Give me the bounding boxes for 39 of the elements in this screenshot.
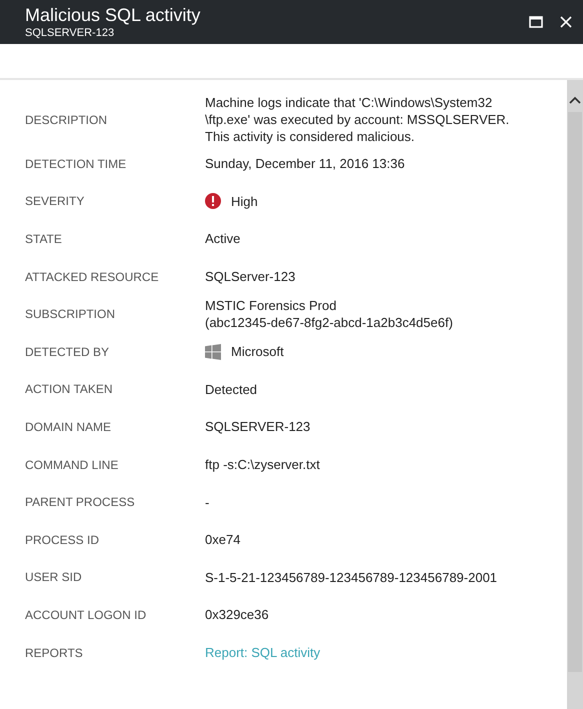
scroll-up-icon[interactable]	[569, 96, 581, 104]
scrollbar[interactable]	[567, 80, 583, 709]
field-label: ACCOUNT LOGON ID	[24, 608, 148, 622]
field-value: Microsoft	[231, 343, 284, 360]
field-value: Active	[205, 230, 240, 248]
field-value: High	[231, 192, 258, 210]
field-value: MSTIC Forensics Prod (abc12345-de67-8fg2-abcd-1a2b3c4d5e6f)	[205, 297, 453, 332]
field-value: S-1-5-21-123456789-123456789-123456789-2001	[205, 568, 498, 586]
window-subtitle: SQLSERVER-123	[25, 26, 116, 40]
field-label: ACTION TAKEN	[24, 382, 114, 396]
field-label: REPORTS	[24, 646, 84, 660]
field-label: PROCESS ID	[24, 532, 100, 547]
window-title: Malicious SQL activity	[25, 4, 202, 26]
close-icon[interactable]	[559, 15, 573, 29]
field-label: SUBSCRIPTION	[24, 307, 116, 322]
field-value: Machine logs indicate that 'C:\Windows\System32 \ftp.exe' was executed by account: MSSQLSERVER. This activity is considered malicious.	[205, 94, 510, 145]
field-label: COMMAND LINE	[24, 458, 120, 472]
field-label: DETECTION TIME	[24, 156, 128, 171]
field-value: SQLServer-123	[205, 268, 296, 286]
field-label: DETECTED BY	[24, 344, 110, 359]
field-label: PARENT PROCESS	[24, 495, 136, 510]
field-value: SQLSERVER-123	[205, 418, 310, 436]
scroll-thumb[interactable]	[568, 112, 582, 672]
field-value: ftp -s:C:\zyserver.txt	[205, 456, 320, 474]
field-label: DESCRIPTION	[24, 112, 108, 126]
field-label: SEVERITY	[24, 194, 86, 208]
field-value: 0x329ce36	[205, 606, 269, 624]
field-label: DOMAIN NAME	[24, 420, 112, 434]
field-value: 0xe74	[205, 531, 240, 548]
field-value: Sunday, December 11, 2016 13:36	[205, 155, 405, 172]
field-label: STATE	[24, 232, 63, 246]
field-label: ATTACKED RESOURCE	[24, 270, 160, 284]
field-value: -	[205, 494, 210, 511]
maximize-icon[interactable]	[529, 15, 543, 29]
windows-icon	[205, 344, 221, 360]
field-label: USER SID	[24, 570, 83, 584]
field-value: Detected	[205, 380, 258, 398]
report-link[interactable]: Report: SQL activity	[205, 645, 320, 660]
alert-icon	[205, 193, 221, 210]
